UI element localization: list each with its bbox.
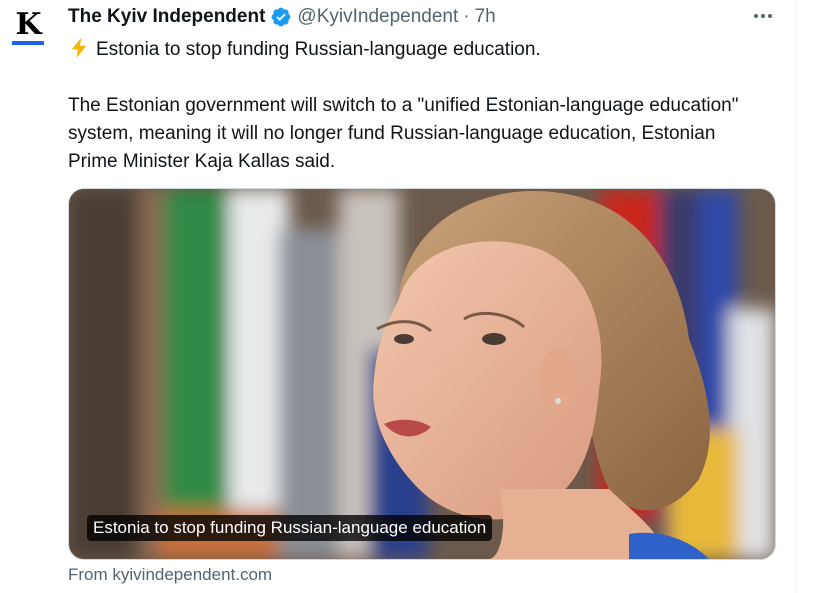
card-source-link[interactable]: From kyivindependent.com <box>68 565 272 585</box>
tweet-timestamp[interactable]: 7h <box>475 6 496 28</box>
card-photo <box>69 189 775 559</box>
column-divider <box>796 0 797 593</box>
avatar-logo-letter: K <box>15 7 41 42</box>
avatar[interactable]: K <box>8 10 48 50</box>
avatar-logo-underline <box>12 41 44 45</box>
link-card[interactable]: Estonia to stop funding Russian-language… <box>68 188 776 560</box>
verified-badge-icon <box>272 7 291 27</box>
tweet-headline-line: Estonia to stop funding Russian-language… <box>68 36 768 64</box>
tweet-text: Estonia to stop funding Russian-language… <box>68 36 768 176</box>
tweet-header: The Kyiv Independent @KyivIndependent · … <box>68 5 496 29</box>
author-handle[interactable]: @KyivIndependent <box>297 6 458 28</box>
more-options-icon[interactable] <box>750 6 776 26</box>
header-separator: · <box>463 6 470 27</box>
author-display-name[interactable]: The Kyiv Independent <box>68 6 265 28</box>
card-title: Estonia to stop funding Russian-language… <box>87 515 493 541</box>
tweet-headline: Estonia to stop funding Russian-language… <box>96 39 541 60</box>
tweet-body: The Estonian government will switch to a… <box>68 95 739 172</box>
lightning-emoji-icon <box>71 37 87 59</box>
